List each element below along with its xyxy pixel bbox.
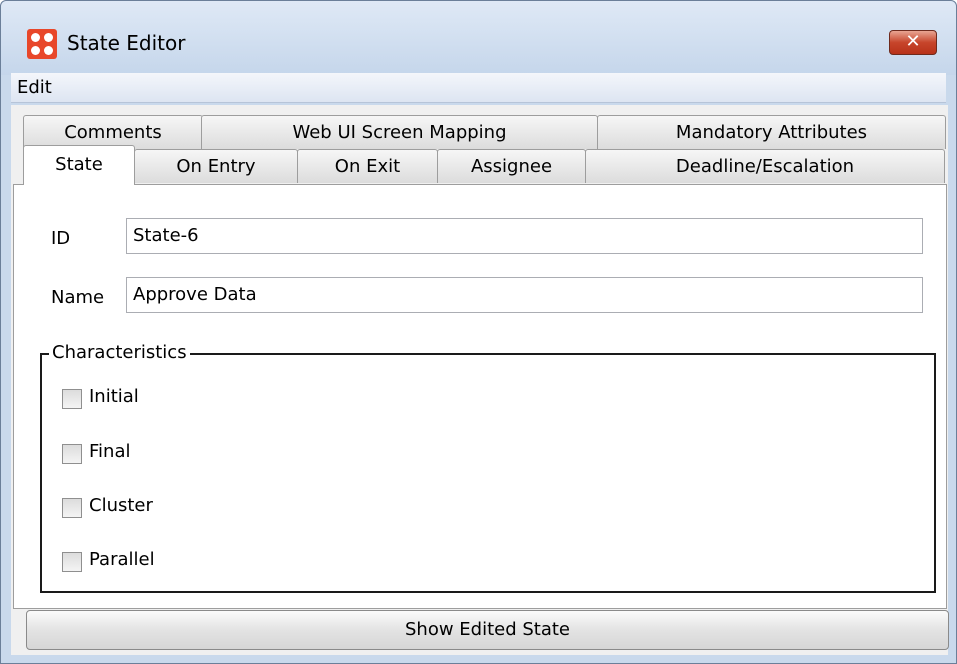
cluster-label[interactable]: Cluster [89, 495, 153, 516]
cluster-checkbox[interactable] [62, 498, 82, 518]
parallel-label[interactable]: Parallel [89, 549, 155, 570]
characteristics-title: Characteristics [49, 342, 190, 363]
name-field[interactable]: Approve Data [126, 277, 923, 313]
id-label: ID [51, 228, 71, 249]
final-label[interactable]: Final [89, 441, 130, 462]
tab-state[interactable]: State [23, 145, 135, 185]
close-icon[interactable]: ✕ [889, 30, 937, 55]
tab-on-exit[interactable]: On Exit [297, 149, 438, 183]
id-field[interactable]: State-6 [126, 218, 923, 254]
characteristics-group [40, 353, 936, 593]
show-edited-state-button[interactable]: Show Edited State [26, 610, 949, 650]
tab-assignee[interactable]: Assignee [437, 149, 586, 183]
tab-comments[interactable]: Comments [23, 115, 203, 149]
initial-label[interactable]: Initial [89, 386, 139, 407]
name-label: Name [51, 287, 105, 308]
tab-mandatory-attributes[interactable]: Mandatory Attributes [597, 115, 946, 149]
tab-web-ui-screen-mapping[interactable]: Web UI Screen Mapping [201, 115, 598, 149]
tab-on-entry[interactable]: On Entry [134, 149, 298, 183]
window-title: State Editor [67, 31, 186, 55]
title-bar[interactable]: State Editor ✕ [1, 1, 956, 75]
initial-checkbox[interactable] [62, 389, 82, 409]
parallel-checkbox[interactable] [62, 552, 82, 572]
tab-deadline-escalation[interactable]: Deadline/Escalation [585, 149, 945, 183]
menu-bar: Edit [11, 73, 946, 103]
state-editor-window: State Editor ✕ Edit Comments Web UI Scre… [0, 0, 957, 664]
final-checkbox[interactable] [62, 444, 82, 464]
app-logo-icon [27, 29, 57, 59]
menu-edit[interactable]: Edit [17, 77, 52, 98]
